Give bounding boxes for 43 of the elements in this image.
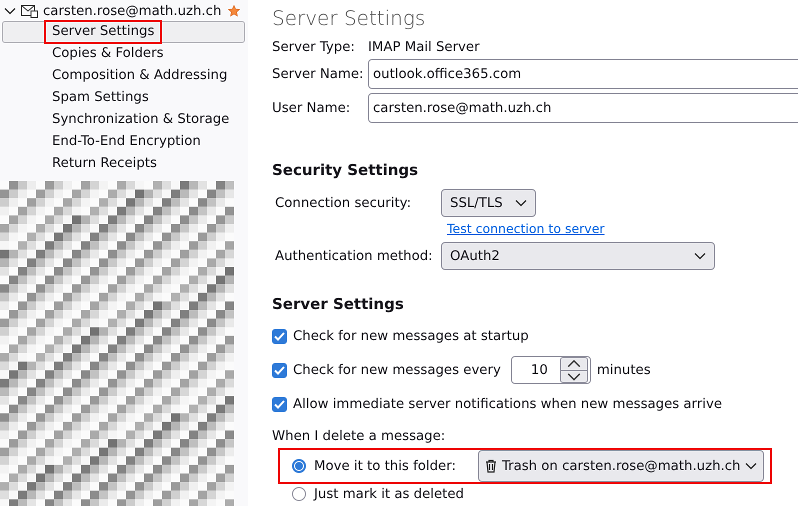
dropdown[interactable]: OAuth2 — [441, 242, 715, 270]
radio-label[interactable]: Just mark it as deleted — [314, 486, 464, 502]
field-label: User Name: — [272, 100, 352, 116]
account-name[interactable]: carsten.rose@math.uzh.ch — [43, 4, 223, 18]
chevron-icon — [694, 252, 706, 260]
dropdown[interactable]: SSL/TLS — [441, 189, 536, 217]
field-label: Connection security: — [275, 196, 412, 210]
decrement-button[interactable] — [560, 370, 587, 382]
sidebar-item[interactable]: Composition & Addressing — [2, 65, 245, 87]
checkbox[interactable] — [272, 362, 287, 378]
checkbox-label[interactable]: Check for new messages at startup — [293, 328, 529, 344]
radio-button[interactable] — [292, 487, 306, 501]
trash-icon — [484, 459, 497, 473]
checkbox-label[interactable]: Allow immediate server notifications when new messages arrive — [293, 396, 722, 412]
mail-account-icon — [21, 4, 38, 18]
chevron-icon — [514, 199, 527, 207]
folder-dropdown[interactable]: Trash on carsten.rose@math.uzh.ch — [478, 450, 764, 482]
checkbox[interactable] — [272, 328, 287, 344]
sidebar-item[interactable]: Synchronization & Storage — [2, 109, 245, 131]
page-title: Server Settings — [272, 6, 426, 30]
input-field[interactable]: outlook.office365.com — [368, 59, 798, 89]
field-label: Server Type: — [272, 40, 356, 55]
section-heading: Server Settings — [272, 295, 405, 313]
test-connection-link[interactable]: Test connection to server — [447, 221, 605, 236]
sidebar-item[interactable]: Return Receipts — [2, 153, 245, 175]
field-label: Server Name: — [272, 66, 365, 82]
sidebar-item[interactable]: Copies & Folders — [2, 43, 245, 65]
chevron-icon — [745, 462, 758, 470]
checkbox-label[interactable]: Check for new messages every — [293, 362, 501, 378]
unit-label: minutes — [596, 362, 651, 378]
number-field[interactable]: 10 — [510, 356, 591, 384]
collapse-icon[interactable] — [4, 7, 16, 15]
input-field[interactable]: carsten.rose@math.uzh.ch — [368, 93, 798, 123]
server-type-value: IMAP Mail Server — [368, 40, 480, 55]
sidebar-item[interactable]: End-To-End Encryption — [2, 131, 245, 153]
delete-label: When I delete a message: — [272, 429, 446, 444]
sidebar-item[interactable]: Spam Settings — [2, 87, 245, 109]
section-heading: Security Settings — [272, 161, 420, 179]
radio-button[interactable] — [292, 459, 306, 473]
checkbox[interactable] — [272, 396, 287, 412]
field-label: Authentication method: — [275, 248, 434, 264]
sidebar-item[interactable]: Server Settings — [2, 21, 245, 43]
radio-label[interactable]: Move it to this folder: — [314, 458, 456, 474]
